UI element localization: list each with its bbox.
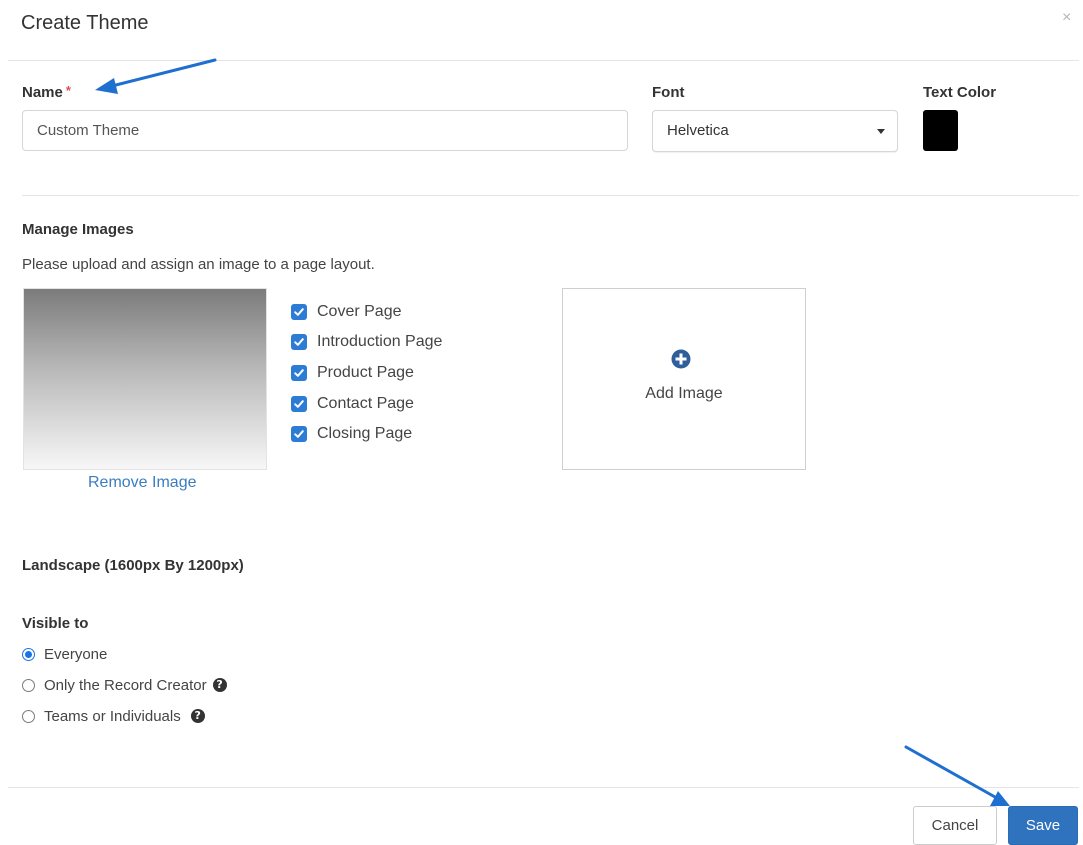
page-checkbox-row[interactable]: Product Page	[291, 363, 414, 383]
name-label: Name *	[22, 83, 71, 101]
layout-size-text: Landscape (1600px By 1200px)	[22, 557, 244, 574]
font-select-value: Helvetica	[667, 122, 729, 139]
page-checkbox-label: Closing Page	[317, 425, 413, 442]
visibility-option-label: Only the Record Creator	[44, 676, 207, 694]
arrow-to-name-icon	[95, 58, 217, 94]
footer-divider	[8, 787, 1079, 788]
visibility-option-label: Everyone	[44, 645, 108, 663]
checkbox-checked-icon[interactable]	[291, 426, 307, 442]
manage-images-heading: Manage Images	[22, 221, 134, 238]
save-button[interactable]: Save	[1008, 806, 1078, 845]
question-circle-icon[interactable]: ?	[212, 678, 227, 692]
page-checkbox-label: Product Page	[317, 364, 414, 381]
page-checkbox-row[interactable]: Cover Page	[291, 302, 402, 322]
checkbox-checked-icon[interactable]	[291, 334, 307, 350]
page-checkbox-label: Cover Page	[317, 303, 402, 320]
add-image-label: Add Image	[645, 385, 723, 402]
header-divider	[8, 60, 1079, 61]
font-label: Font	[652, 84, 685, 101]
caret-down-icon	[877, 129, 885, 134]
visibility-option[interactable]: Teams or Individuals?	[22, 706, 205, 726]
section-divider	[22, 195, 1079, 196]
visibility-option[interactable]: Everyone	[22, 644, 107, 664]
radio-button[interactable]	[22, 709, 35, 723]
theme-image-preview	[23, 288, 267, 470]
arrow-to-save-icon	[904, 745, 1010, 806]
cancel-button[interactable]: Cancel	[913, 806, 997, 845]
text-color-label: Text Color	[923, 84, 997, 101]
required-marker: *	[65, 83, 71, 98]
add-image-box[interactable]: Add Image	[562, 288, 806, 470]
page-checkbox-label: Contact Page	[317, 395, 414, 412]
images-instructions: Please upload and assign an image to a p…	[22, 256, 375, 273]
page-checkbox-row[interactable]: Closing Page	[291, 424, 412, 444]
name-input[interactable]: Custom Theme	[22, 110, 628, 151]
page-checkbox-label: Introduction Page	[317, 333, 443, 350]
page-checkbox-row[interactable]: Contact Page	[291, 394, 414, 414]
name-label-text: Name	[22, 84, 63, 101]
text-color-swatch[interactable]	[923, 110, 958, 151]
radio-button[interactable]	[22, 647, 35, 661]
visibility-option-label: Teams or Individuals	[44, 707, 181, 725]
remove-image-link[interactable]: Remove Image	[88, 474, 197, 492]
checkbox-checked-icon[interactable]	[291, 365, 307, 381]
plus-circle-icon	[671, 349, 691, 369]
page-checkbox-row[interactable]: Introduction Page	[291, 332, 442, 352]
radio-button[interactable]	[22, 678, 35, 692]
question-circle-icon[interactable]: ?	[190, 709, 205, 723]
visible-to-label: Visible to	[22, 615, 89, 632]
font-select[interactable]: Helvetica	[652, 110, 898, 152]
checkbox-checked-icon[interactable]	[291, 304, 307, 320]
visibility-option[interactable]: Only the Record Creator?	[22, 675, 227, 695]
close-icon[interactable]: ×	[1062, 10, 1071, 26]
dialog-title: Create Theme	[21, 12, 149, 34]
checkbox-checked-icon[interactable]	[291, 396, 307, 412]
